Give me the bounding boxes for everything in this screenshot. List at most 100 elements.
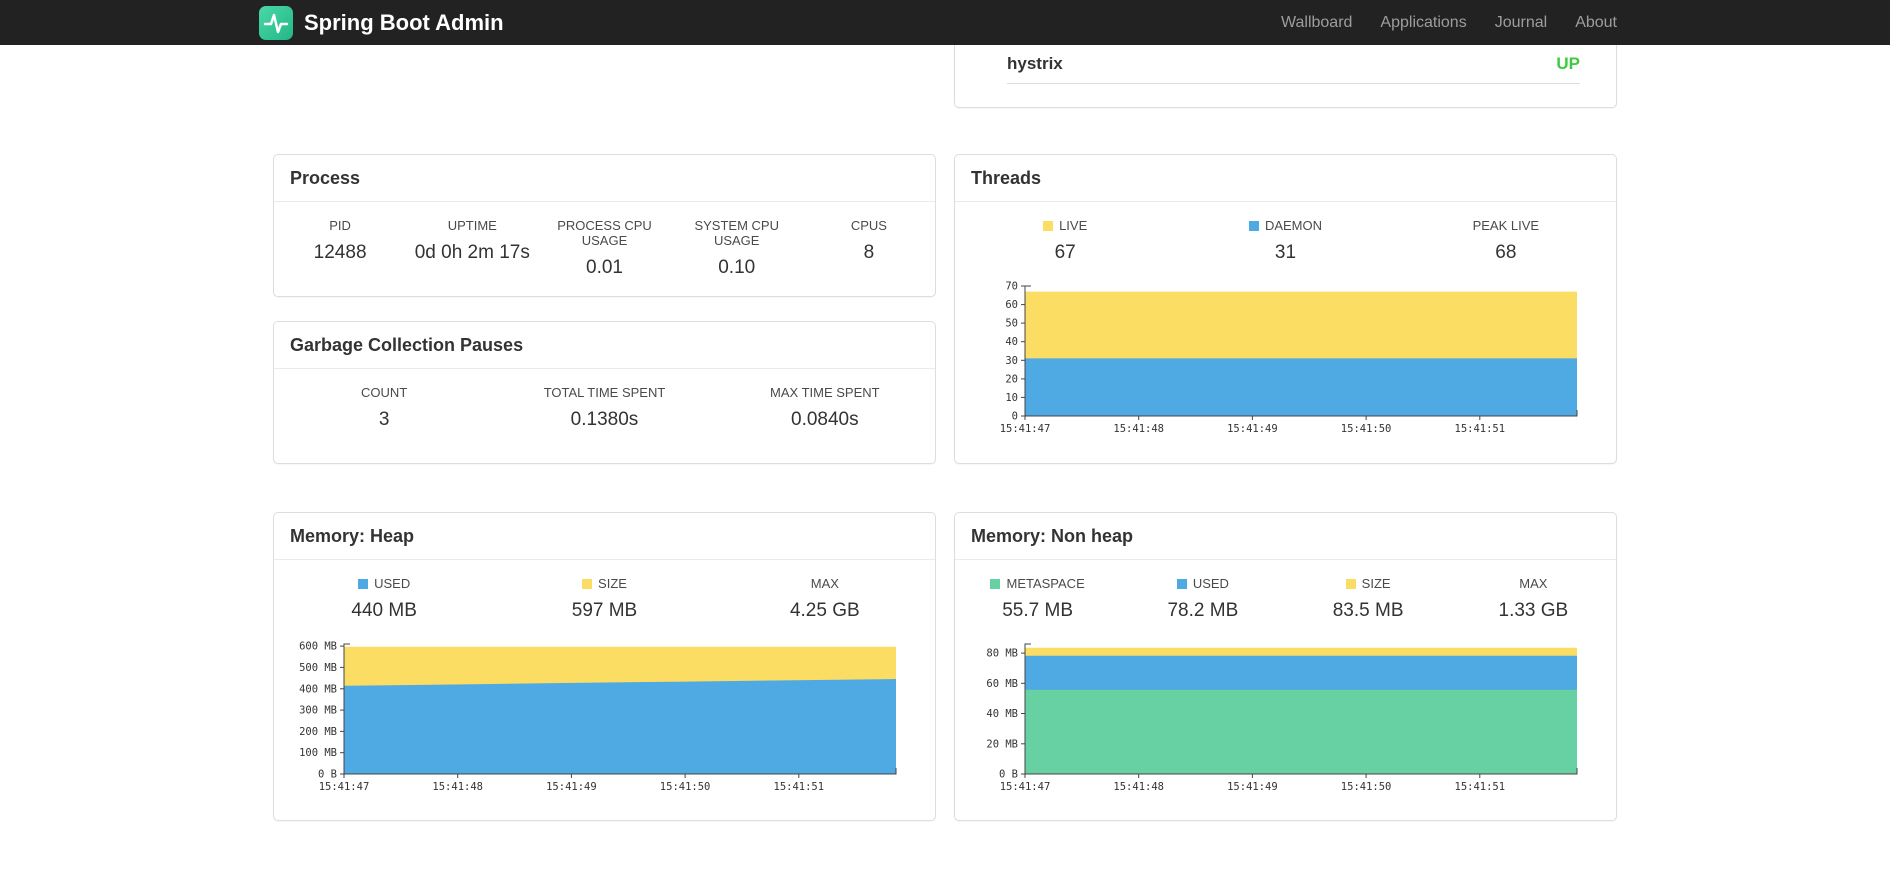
stat-label-text: USED (1192, 576, 1229, 591)
stat-threads-live: LIVE 67 (955, 218, 1175, 264)
threads-panel: Threads LIVE 67 DAEMON 31 PEAK LIVE 68 0… (954, 154, 1617, 464)
left-column: Process PID 12488 UPTIME 0d 0h 2m 17s PR… (273, 45, 936, 821)
stat-uptime: UPTIME 0d 0h 2m 17s (406, 218, 538, 279)
gc-stats: COUNT 3 TOTAL TIME SPENT 0.1380s MAX TIM… (274, 369, 935, 431)
nav-item-wallboard[interactable]: Wallboard (1267, 14, 1366, 31)
stat-heap-max: MAX 4.25 GB (715, 576, 935, 622)
application-status-row[interactable]: hystrix UP (1007, 45, 1580, 84)
stat-label: MAX (1519, 576, 1548, 591)
nav-item-applications[interactable]: Applications (1366, 14, 1480, 31)
brand-title: Spring Boot Admin (304, 9, 504, 35)
svg-text:15:41:48: 15:41:48 (1113, 423, 1164, 435)
svg-text:600 MB: 600 MB (299, 641, 337, 653)
stat-value: 0.01 (586, 257, 623, 278)
svg-text:20 MB: 20 MB (986, 738, 1018, 750)
svg-text:40: 40 (1005, 336, 1018, 348)
stat-label: METASPACE (955, 576, 1120, 591)
svg-text:80 MB: 80 MB (986, 648, 1018, 660)
memory-heap-stats: USED 440 MB SIZE 597 MB MAX 4.25 GB (274, 560, 935, 622)
right-column: hystrix UP Threads LIVE 67 DAEMON 31 PEA… (954, 45, 1617, 821)
gc-panel-title: Garbage Collection Pauses (274, 322, 935, 369)
stat-value: 0d 0h 2m 17s (414, 242, 530, 263)
legend-swatch (990, 578, 1001, 589)
stat-label: MAX TIME SPENT (770, 385, 880, 400)
process-panel-title: Process (274, 155, 935, 202)
svg-text:15:41:47: 15:41:47 (1000, 781, 1051, 793)
stat-value: 0.1380s (570, 409, 639, 430)
svg-text:40 MB: 40 MB (986, 708, 1018, 720)
svg-text:15:41:51: 15:41:51 (1455, 423, 1506, 435)
stat-value: 0.0840s (791, 409, 859, 430)
stat-label: USED (1120, 576, 1285, 591)
stat-value: 12488 (313, 242, 367, 263)
nav-item-about[interactable]: About (1561, 14, 1617, 31)
stat-value: 4.25 GB (789, 600, 860, 621)
stat-label: UPTIME (447, 218, 497, 233)
stat-system-cpu-usage: SYSTEM CPU USAGE 0.10 (671, 218, 803, 279)
stat-value: 440 MB (351, 600, 417, 621)
stat-label-text: LIVE (1059, 218, 1088, 233)
stat-label: PEAK LIVE (1472, 218, 1540, 233)
legend-swatch (1248, 220, 1259, 231)
stat-nonheap-metaspace: METASPACE 55.7 MB (955, 576, 1120, 622)
stat-gc-count: COUNT 3 (274, 385, 494, 431)
svg-text:0: 0 (1012, 411, 1018, 423)
svg-text:30: 30 (1005, 355, 1018, 367)
stat-label: PID (329, 218, 351, 233)
svg-text:400 MB: 400 MB (299, 683, 337, 695)
svg-text:50: 50 (1005, 318, 1018, 330)
stat-label-text: DAEMON (1264, 218, 1323, 233)
svg-text:15:41:47: 15:41:47 (1000, 423, 1051, 435)
memory-nonheap-panel-title: Memory: Non heap (955, 513, 1616, 560)
memory-nonheap-stats: METASPACE 55.7 MB USED 78.2 MB SIZE 83.5… (955, 560, 1616, 622)
svg-text:15:41:50: 15:41:50 (1341, 781, 1392, 793)
legend-swatch (1176, 578, 1187, 589)
brand[interactable]: Spring Boot Admin (259, 5, 504, 40)
stat-label-text: SIZE (1361, 576, 1391, 591)
svg-text:15:41:51: 15:41:51 (774, 781, 825, 793)
memory-heap-chart: 0 B 100 MB 200 MB 300 MB 400 MB 500 MB 600 MB 1… (294, 636, 935, 811)
threads-chart: 0 10 20 30 40 50 60 70 15:41:47 15:41:48 15:41:49 1… (975, 278, 1616, 453)
svg-text:15:41:50: 15:41:50 (660, 781, 711, 793)
svg-text:15:41:48: 15:41:48 (1113, 781, 1164, 793)
nav-item-journal[interactable]: Journal (1481, 14, 1561, 31)
stat-gc-total-time: TOTAL TIME SPENT 0.1380s (494, 385, 714, 431)
stat-heap-size: SIZE 597 MB (494, 576, 714, 622)
svg-text:100 MB: 100 MB (299, 747, 337, 759)
stat-label: TOTAL TIME SPENT (543, 385, 666, 400)
stat-label: LIVE (955, 218, 1175, 233)
stat-value: 31 (1274, 242, 1297, 263)
process-stats: PID 12488 UPTIME 0d 0h 2m 17s PROCESS CP… (274, 202, 935, 279)
stat-label: PROCESS CPU USAGE (557, 218, 652, 248)
stat-label: DAEMON (1175, 218, 1395, 233)
svg-text:70: 70 (1005, 281, 1018, 293)
svg-text:15:41:48: 15:41:48 (432, 781, 483, 793)
svg-text:15:41:49: 15:41:49 (1227, 781, 1278, 793)
spring-boot-admin-logo-icon (259, 5, 293, 40)
stat-pid: PID 12488 (274, 218, 406, 279)
memory-nonheap-chart: 0 B 20 MB 40 MB 60 MB 80 MB 15:41:47 15:41:48 1… (975, 636, 1616, 811)
stat-threads-daemon: DAEMON 31 (1175, 218, 1395, 264)
garbage-collection-panel: Garbage Collection Pauses COUNT 3 TOTAL … (273, 321, 936, 464)
stat-value: 67 (1054, 242, 1076, 263)
stat-label: COUNT (361, 385, 408, 400)
legend-swatch (582, 578, 593, 589)
svg-text:0 B: 0 B (318, 769, 337, 781)
application-status-panel: hystrix UP (954, 45, 1617, 108)
stat-value: 78.2 MB (1167, 600, 1239, 621)
svg-text:15:41:49: 15:41:49 (1227, 423, 1278, 435)
threads-panel-title: Threads (955, 155, 1616, 202)
stat-label: USED (274, 576, 494, 591)
stat-cpus: CPUS 8 (803, 218, 935, 279)
svg-text:15:41:50: 15:41:50 (1341, 423, 1392, 435)
stat-label-text: USED (374, 576, 411, 591)
stat-label-text: METASPACE (1006, 576, 1085, 591)
stat-value: 597 MB (571, 600, 638, 621)
threads-stats: LIVE 67 DAEMON 31 PEAK LIVE 68 (955, 202, 1616, 264)
process-panel: Process PID 12488 UPTIME 0d 0h 2m 17s PR… (273, 154, 936, 297)
stat-nonheap-used: USED 78.2 MB (1120, 576, 1285, 622)
stat-value: 3 (378, 409, 390, 430)
legend-swatch (1043, 220, 1054, 231)
stat-value: 0.10 (718, 257, 756, 278)
stat-label: SYSTEM CPU USAGE (694, 218, 779, 248)
